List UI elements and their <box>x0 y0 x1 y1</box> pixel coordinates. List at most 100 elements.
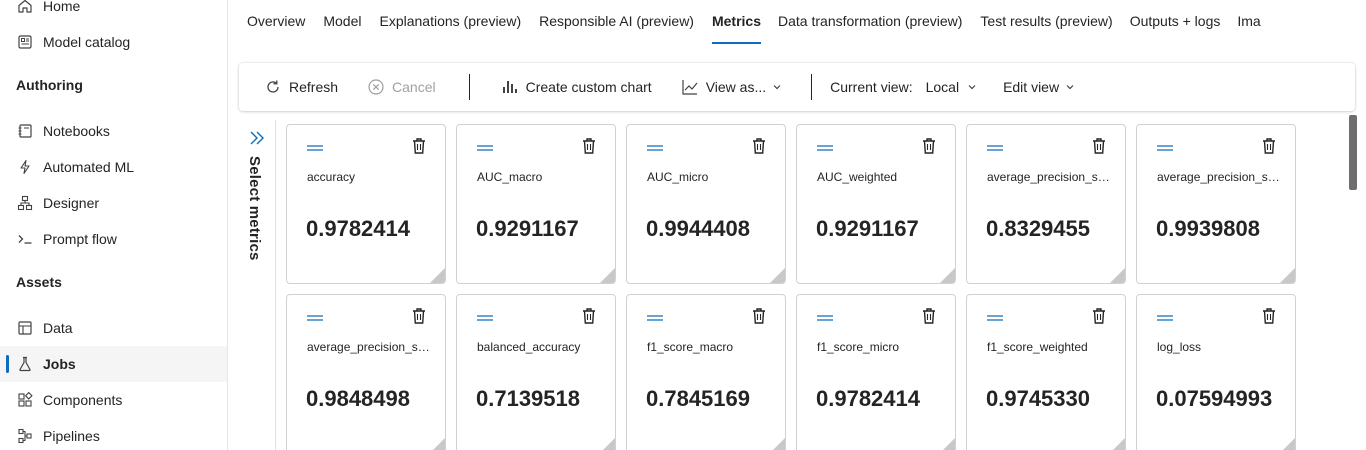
edit-view-dropdown[interactable]: Edit view <box>1003 71 1075 103</box>
nav-item-model-catalog[interactable]: Model catalog <box>0 24 227 60</box>
delete-icon[interactable] <box>921 137 937 155</box>
metric-card[interactable]: AUC_micro 0.9944408 <box>626 124 786 284</box>
drag-handle-icon[interactable] <box>1156 140 1174 151</box>
expand-panel-button[interactable] <box>247 128 267 148</box>
view-as-label: View as... <box>705 79 767 95</box>
metric-card[interactable]: balanced_accuracy 0.7139518 <box>456 294 616 450</box>
tab-test-results[interactable]: Test results (preview) <box>980 0 1112 44</box>
cancel-button[interactable]: Cancel <box>366 71 436 103</box>
drag-handle-icon[interactable] <box>646 310 664 321</box>
nav-item-label: Designer <box>43 195 100 211</box>
nav-item-home[interactable]: Home <box>0 0 227 24</box>
tab-data-transformation[interactable]: Data transformation (preview) <box>778 0 962 44</box>
select-metrics-label[interactable]: Select metrics <box>246 156 263 261</box>
metric-card[interactable]: AUC_weighted 0.9291167 <box>796 124 956 284</box>
notebook-icon <box>16 122 34 140</box>
drag-handle-icon[interactable] <box>306 140 324 151</box>
nav-item-label: Pipelines <box>43 428 100 444</box>
tab-explanations[interactable]: Explanations (preview) <box>380 0 522 44</box>
metric-card[interactable]: log_loss 0.07594993 <box>1136 294 1296 450</box>
refresh-label: Refresh <box>289 79 339 95</box>
metric-value: 0.9782414 <box>816 386 920 411</box>
chevron-down-icon <box>772 82 782 92</box>
metric-name: f1_score_micro <box>817 340 900 354</box>
metric-card[interactable]: average_precision_sco... 0.8329455 <box>966 124 1126 284</box>
delete-icon[interactable] <box>1091 137 1107 155</box>
resize-handle[interactable] <box>600 438 615 450</box>
delete-icon[interactable] <box>1261 137 1277 155</box>
resize-handle[interactable] <box>430 268 445 283</box>
metric-card[interactable]: accuracy 0.9782414 <box>286 124 446 284</box>
current-view-label: Current view: <box>830 79 913 95</box>
resize-handle[interactable] <box>430 438 445 450</box>
drag-handle-icon[interactable] <box>816 140 834 151</box>
components-icon <box>16 391 34 409</box>
metric-value: 0.7139518 <box>476 386 580 411</box>
nav-item-label: Home <box>43 0 81 14</box>
delete-icon[interactable] <box>1091 307 1107 325</box>
current-view-dropdown[interactable]: Local <box>926 71 977 103</box>
drag-handle-icon[interactable] <box>1156 310 1174 321</box>
resize-handle[interactable] <box>1280 268 1295 283</box>
delete-icon[interactable] <box>921 307 937 325</box>
delete-icon[interactable] <box>581 137 597 155</box>
home-icon <box>16 0 34 15</box>
resize-handle[interactable] <box>940 268 955 283</box>
nav-item-data[interactable]: Data <box>0 310 227 346</box>
resize-handle[interactable] <box>1280 438 1295 450</box>
drag-handle-icon[interactable] <box>646 140 664 151</box>
bar-chart-icon <box>500 77 520 97</box>
delete-icon[interactable] <box>1261 307 1277 325</box>
metric-card[interactable]: average_precision_sco... 0.9939808 <box>1136 124 1296 284</box>
tab-outputs-logs[interactable]: Outputs + logs <box>1130 0 1221 44</box>
section-assets: Assets <box>16 274 62 290</box>
tab-images[interactable]: Ima <box>1237 0 1260 44</box>
nav-item-label: Prompt flow <box>43 231 117 247</box>
resize-handle[interactable] <box>1110 268 1125 283</box>
refresh-button[interactable]: Refresh <box>263 71 338 103</box>
resize-handle[interactable] <box>770 268 785 283</box>
drag-handle-icon[interactable] <box>476 140 494 151</box>
refresh-icon <box>263 77 283 97</box>
metric-card[interactable]: f1_score_weighted 0.9745330 <box>966 294 1126 450</box>
drag-handle-icon[interactable] <box>306 310 324 321</box>
metric-card[interactable]: average_precision_sco... 0.9848498 <box>286 294 446 450</box>
nav-item-automated-ml[interactable]: Automated ML <box>0 149 227 185</box>
create-custom-chart-button[interactable]: Create custom chart <box>500 71 652 103</box>
nav-item-label: Automated ML <box>43 159 135 175</box>
drag-handle-icon[interactable] <box>476 310 494 321</box>
metric-card[interactable]: AUC_macro 0.9291167 <box>456 124 616 284</box>
tab-metrics[interactable]: Metrics <box>711 0 762 44</box>
nav-item-prompt-flow[interactable]: Prompt flow <box>0 221 227 257</box>
drag-handle-icon[interactable] <box>816 310 834 321</box>
nav-item-notebooks[interactable]: Notebooks <box>0 113 227 149</box>
resize-handle[interactable] <box>1110 438 1125 450</box>
metric-card[interactable]: f1_score_micro 0.9782414 <box>796 294 956 450</box>
delete-icon[interactable] <box>411 307 427 325</box>
delete-icon[interactable] <box>411 137 427 155</box>
left-nav: Home Model catalog Authoring Notebooks A… <box>0 0 228 450</box>
resize-handle[interactable] <box>940 438 955 450</box>
drag-handle-icon[interactable] <box>986 140 1004 151</box>
nav-item-pipelines[interactable]: Pipelines <box>0 418 227 450</box>
nav-item-designer[interactable]: Designer <box>0 185 227 221</box>
view-as-dropdown[interactable]: View as... <box>680 71 782 103</box>
tab-responsible-ai[interactable]: Responsible AI (preview) <box>539 0 694 44</box>
tab-overview[interactable]: Overview <box>247 0 305 44</box>
scrollbar-thumb[interactable] <box>1349 115 1357 190</box>
resize-handle[interactable] <box>770 438 785 450</box>
metric-name: AUC_micro <box>647 170 709 184</box>
resize-handle[interactable] <box>600 268 615 283</box>
metric-value: 0.9848498 <box>306 386 410 411</box>
delete-icon[interactable] <box>581 307 597 325</box>
drag-handle-icon[interactable] <box>986 310 1004 321</box>
tab-model[interactable]: Model <box>323 0 361 44</box>
metric-name: AUC_weighted <box>817 170 898 184</box>
metric-value: 0.9745330 <box>986 386 1090 411</box>
nav-item-label: Jobs <box>43 356 76 372</box>
nav-item-components[interactable]: Components <box>0 382 227 418</box>
nav-item-jobs[interactable]: Jobs <box>0 346 227 382</box>
delete-icon[interactable] <box>751 137 767 155</box>
metric-card[interactable]: f1_score_macro 0.7845169 <box>626 294 786 450</box>
delete-icon[interactable] <box>751 307 767 325</box>
